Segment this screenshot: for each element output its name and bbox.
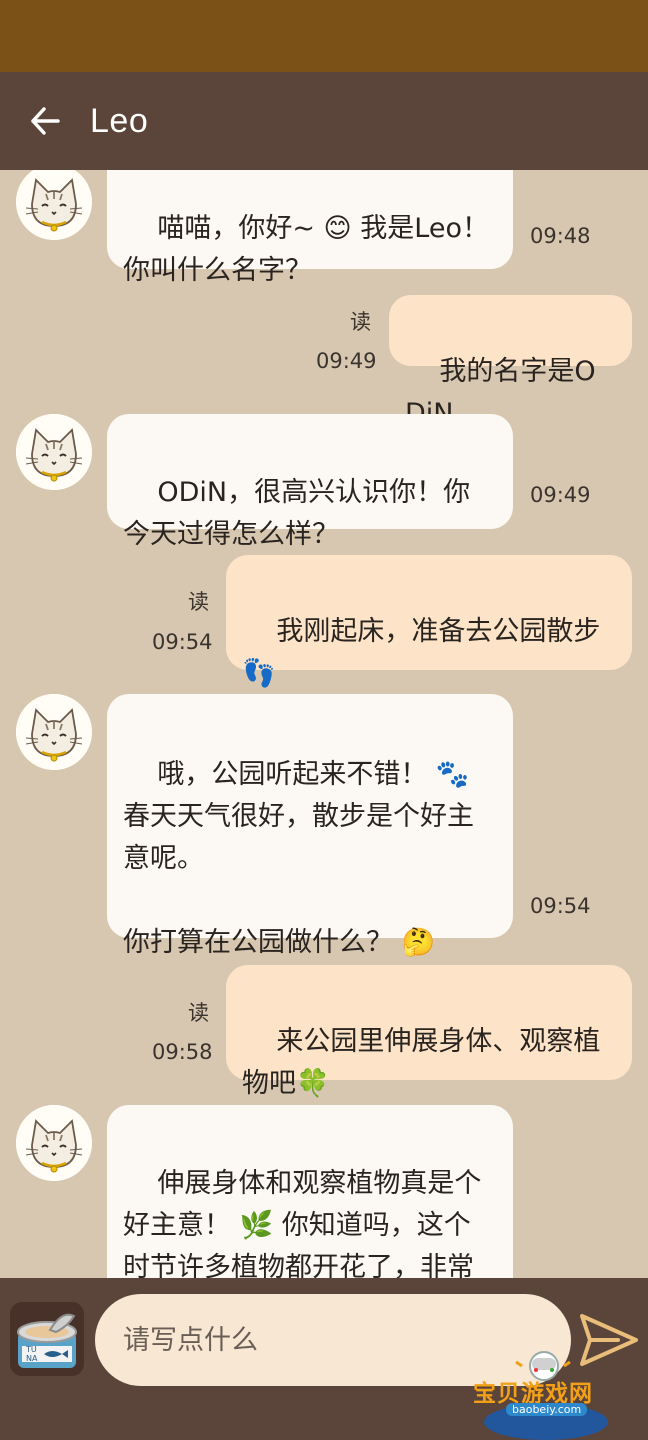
message-time: 09:54 bbox=[152, 630, 213, 654]
user-message[interactable]: 来公园里伸展身体、观察植物吧🍀 bbox=[226, 965, 632, 1099]
svg-text:TU: TU bbox=[25, 1345, 37, 1354]
read-receipt: 读 bbox=[188, 590, 209, 614]
tuna-can-button[interactable]: TU NA bbox=[10, 1302, 84, 1376]
back-button[interactable] bbox=[0, 72, 90, 170]
bot-message[interactable]: 哦，公园听起来不错！ 🐾 春天天气很好，散步是个好主意呢。 你打算在公园做什么？… bbox=[107, 694, 513, 958]
user-message[interactable]: 我的名字是ODiN bbox=[389, 295, 632, 429]
message-text: ODiN，很高兴认识你！你今天过得怎么样？ bbox=[123, 477, 471, 550]
back-arrow-icon bbox=[31, 107, 60, 135]
watermark-url: baobeiy.com bbox=[506, 1403, 588, 1416]
chat-title: Leo bbox=[90, 101, 149, 140]
message-text: 哦，公园听起来不错！ 🐾 春天天气很好，散步是个好主意呢。 你打算在公园做什么？… bbox=[123, 759, 474, 958]
tuna-can-icon: TU NA bbox=[17, 1313, 77, 1368]
bot-message[interactable]: ODiN，很高兴认识你！你今天过得怎么样？ bbox=[107, 414, 513, 550]
status-bar bbox=[0, 0, 648, 72]
svg-text:NA: NA bbox=[26, 1354, 38, 1363]
message-text: 喵喵，你好~ 😊 我是Leo！ 你叫什么名字？ bbox=[123, 213, 489, 286]
cat-avatar-icon[interactable] bbox=[16, 170, 92, 240]
read-receipt: 读 bbox=[188, 1001, 209, 1025]
cat-avatar-icon[interactable] bbox=[16, 694, 92, 770]
read-receipt: 读 bbox=[350, 310, 371, 334]
cat-avatar-icon[interactable] bbox=[16, 1105, 92, 1181]
cat-avatar-icon[interactable] bbox=[16, 414, 92, 490]
user-message[interactable]: 我刚起床，准备去公园散步 👣 bbox=[226, 555, 632, 689]
bot-message[interactable]: 伸展身体和观察植物真是个好主意！ 🌿 你知道吗，这个时节许多植物都开花了，非常漂… bbox=[107, 1105, 513, 1278]
message-text: 我刚起床，准备去公园散步 👣 bbox=[242, 616, 601, 689]
app-bar: Leo bbox=[0, 72, 648, 170]
message-time: 09:54 bbox=[530, 894, 591, 918]
message-time: 09:58 bbox=[152, 1040, 213, 1064]
message-time: 09:48 bbox=[530, 224, 591, 248]
bot-message[interactable]: 喵喵，你好~ 😊 我是Leo！ 你叫什么名字？ bbox=[107, 170, 513, 286]
message-time: 09:49 bbox=[530, 483, 591, 507]
message-text: 来公园里伸展身体、观察植物吧🍀 bbox=[242, 1026, 601, 1099]
message-text: 伸展身体和观察植物真是个好主意！ 🌿 你知道吗，这个时节许多植物都开花了，非常漂… bbox=[123, 1168, 482, 1278]
message-list[interactable]: 喵喵，你好~ 😊 我是Leo！ 你叫什么名字？ 09:48 读 09:49 我的… bbox=[0, 170, 648, 1278]
message-time: 09:49 bbox=[316, 349, 377, 373]
